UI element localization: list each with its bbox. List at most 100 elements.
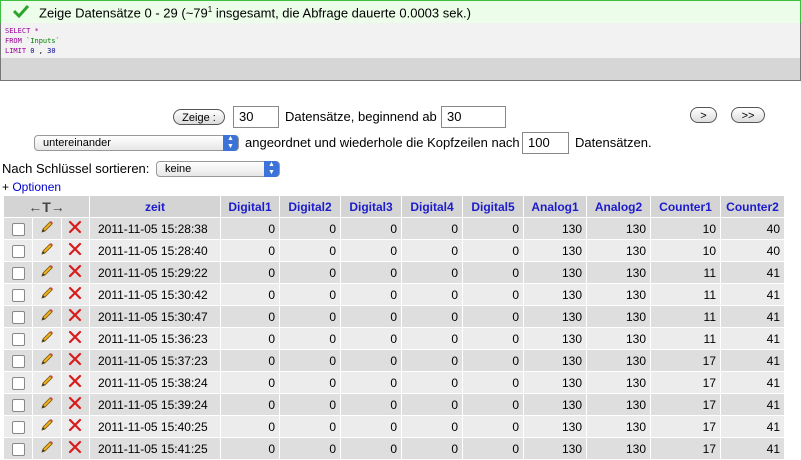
table-row[interactable]: 2011-11-05 15:29:22 0 0 0 0 0 130 130 11 41 <box>4 262 784 283</box>
table-row[interactable]: 2011-11-05 15:38:24 0 0 0 0 0 130 130 17 41 <box>4 372 784 393</box>
sort-label: Nach Schlüssel sortieren: <box>2 161 150 176</box>
next-page-button[interactable]: > <box>690 107 717 123</box>
column-header-analog2[interactable]: Analog2 <box>587 196 650 217</box>
edit-pencil-icon[interactable] <box>39 375 55 392</box>
row-checkbox[interactable] <box>11 332 25 346</box>
cell-digital3: 0 <box>341 240 401 261</box>
rows-count-input[interactable]: 30 <box>233 106 279 128</box>
cell-analog1: 130 <box>524 350 586 371</box>
row-checkbox[interactable] <box>11 398 25 412</box>
cell-digital3: 0 <box>341 218 401 239</box>
table-row[interactable]: 2011-11-05 15:28:40 0 0 0 0 0 130 130 10 40 <box>4 240 784 261</box>
delete-x-icon[interactable] <box>68 308 82 325</box>
table-row[interactable]: 2011-11-05 15:30:42 0 0 0 0 0 130 130 11 41 <box>4 284 784 305</box>
table-row[interactable]: 2011-11-05 15:41:25 0 0 0 0 0 130 130 17 41 <box>4 438 784 459</box>
repeat-headers-input[interactable]: 100 <box>522 132 569 154</box>
row-checkbox[interactable] <box>11 376 25 390</box>
cell-digital2: 0 <box>280 328 340 349</box>
cell-analog2: 130 <box>587 394 650 415</box>
cell-digital5: 0 <box>463 284 523 305</box>
options-toggle[interactable]: + Optionen <box>2 180 61 194</box>
column-header-zeit[interactable]: zeit <box>90 196 220 217</box>
cell-counter1: 17 <box>651 394 720 415</box>
edit-pencil-icon[interactable] <box>39 353 55 370</box>
cell-counter2: 40 <box>721 240 784 261</box>
row-select-cell <box>4 328 33 349</box>
edit-pencil-icon[interactable] <box>39 331 55 348</box>
delete-x-icon[interactable] <box>68 264 82 281</box>
column-header-digital3[interactable]: Digital3 <box>341 196 401 217</box>
sort-key-select[interactable]: keine ▲ ▼ <box>156 161 280 177</box>
cell-zeit: 2011-11-05 15:39:24 <box>90 394 220 415</box>
edit-pencil-icon[interactable] <box>39 441 55 458</box>
row-checkbox[interactable] <box>11 354 25 368</box>
last-page-button[interactable]: >> <box>731 107 765 123</box>
cell-digital4: 0 <box>402 284 462 305</box>
delete-x-icon[interactable] <box>68 286 82 303</box>
cell-digital4: 0 <box>402 328 462 349</box>
table-row[interactable]: 2011-11-05 15:28:38 0 0 0 0 0 130 130 10 40 <box>4 218 784 239</box>
table-row[interactable]: 2011-11-05 15:40:25 0 0 0 0 0 130 130 17 41 <box>4 416 784 437</box>
options-link[interactable]: Optionen <box>12 180 61 194</box>
sql-query[interactable]: SELECT * FROM `Inputs` LIMIT 0 , 30 <box>1 23 800 58</box>
expand-arrows-icon[interactable]: ←T→ <box>28 199 65 215</box>
column-header-digital5[interactable]: Digital5 <box>463 196 523 217</box>
row-checkbox[interactable] <box>11 222 25 236</box>
cell-counter1: 10 <box>651 240 720 261</box>
delete-x-icon[interactable] <box>68 374 82 391</box>
cell-digital5: 0 <box>463 306 523 327</box>
column-header-counter2[interactable]: Counter2 <box>721 196 784 217</box>
row-checkbox[interactable] <box>11 310 25 324</box>
cell-counter1: 11 <box>651 262 720 283</box>
cell-counter2: 41 <box>721 394 784 415</box>
cell-counter1: 17 <box>651 438 720 459</box>
delete-x-icon[interactable] <box>68 352 82 369</box>
table-row[interactable]: 2011-11-05 15:39:24 0 0 0 0 0 130 130 17 41 <box>4 394 784 415</box>
column-header-analog1[interactable]: Analog1 <box>524 196 586 217</box>
edit-pencil-icon[interactable] <box>39 265 55 282</box>
show-button[interactable]: Zeige : <box>173 109 225 125</box>
cell-digital1: 0 <box>221 328 279 349</box>
column-header-digital4[interactable]: Digital4 <box>402 196 462 217</box>
row-checkbox[interactable] <box>11 420 25 434</box>
delete-x-icon[interactable] <box>68 220 82 237</box>
column-header-digital1[interactable]: Digital1 <box>221 196 279 217</box>
row-checkbox[interactable] <box>11 288 25 302</box>
repeat-suffix-label: Datensätzen. <box>575 135 652 150</box>
cell-digital4: 0 <box>402 218 462 239</box>
edit-pencil-icon[interactable] <box>39 221 55 238</box>
delete-x-icon[interactable] <box>68 242 82 259</box>
cell-digital2: 0 <box>280 416 340 437</box>
delete-x-icon[interactable] <box>68 396 82 413</box>
table-row[interactable]: 2011-11-05 15:30:47 0 0 0 0 0 130 130 11 41 <box>4 306 784 327</box>
edit-pencil-icon[interactable] <box>39 287 55 304</box>
cell-zeit: 2011-11-05 15:38:24 <box>90 372 220 393</box>
row-checkbox[interactable] <box>11 266 25 280</box>
cell-digital4: 0 <box>402 394 462 415</box>
cell-digital3: 0 <box>341 350 401 371</box>
cell-digital5: 0 <box>463 416 523 437</box>
cell-counter2: 41 <box>721 372 784 393</box>
start-from-input[interactable]: 30 <box>441 106 506 128</box>
cell-analog2: 130 <box>587 438 650 459</box>
delete-x-icon[interactable] <box>68 330 82 347</box>
cell-counter1: 17 <box>651 372 720 393</box>
delete-cell <box>61 394 89 415</box>
cell-digital1: 0 <box>221 284 279 305</box>
table-row[interactable]: 2011-11-05 15:36:23 0 0 0 0 0 130 130 11 41 <box>4 328 784 349</box>
display-mode-select[interactable]: untereinander ▲ ▼ <box>34 135 239 151</box>
column-header-digital2[interactable]: Digital2 <box>280 196 340 217</box>
row-checkbox[interactable] <box>11 442 25 456</box>
edit-pencil-icon[interactable] <box>39 309 55 326</box>
cell-analog1: 130 <box>524 416 586 437</box>
cell-analog1: 130 <box>524 394 586 415</box>
row-checkbox[interactable] <box>11 244 25 258</box>
delete-cell <box>61 328 89 349</box>
expand-columns-header[interactable]: ←T→ <box>4 196 89 217</box>
table-row[interactable]: 2011-11-05 15:37:23 0 0 0 0 0 130 130 17 41 <box>4 350 784 371</box>
column-header-counter1[interactable]: Counter1 <box>651 196 720 217</box>
edit-pencil-icon[interactable] <box>39 419 55 436</box>
edit-pencil-icon[interactable] <box>39 243 55 260</box>
delete-x-icon[interactable] <box>68 418 82 435</box>
edit-pencil-icon[interactable] <box>39 397 55 414</box>
